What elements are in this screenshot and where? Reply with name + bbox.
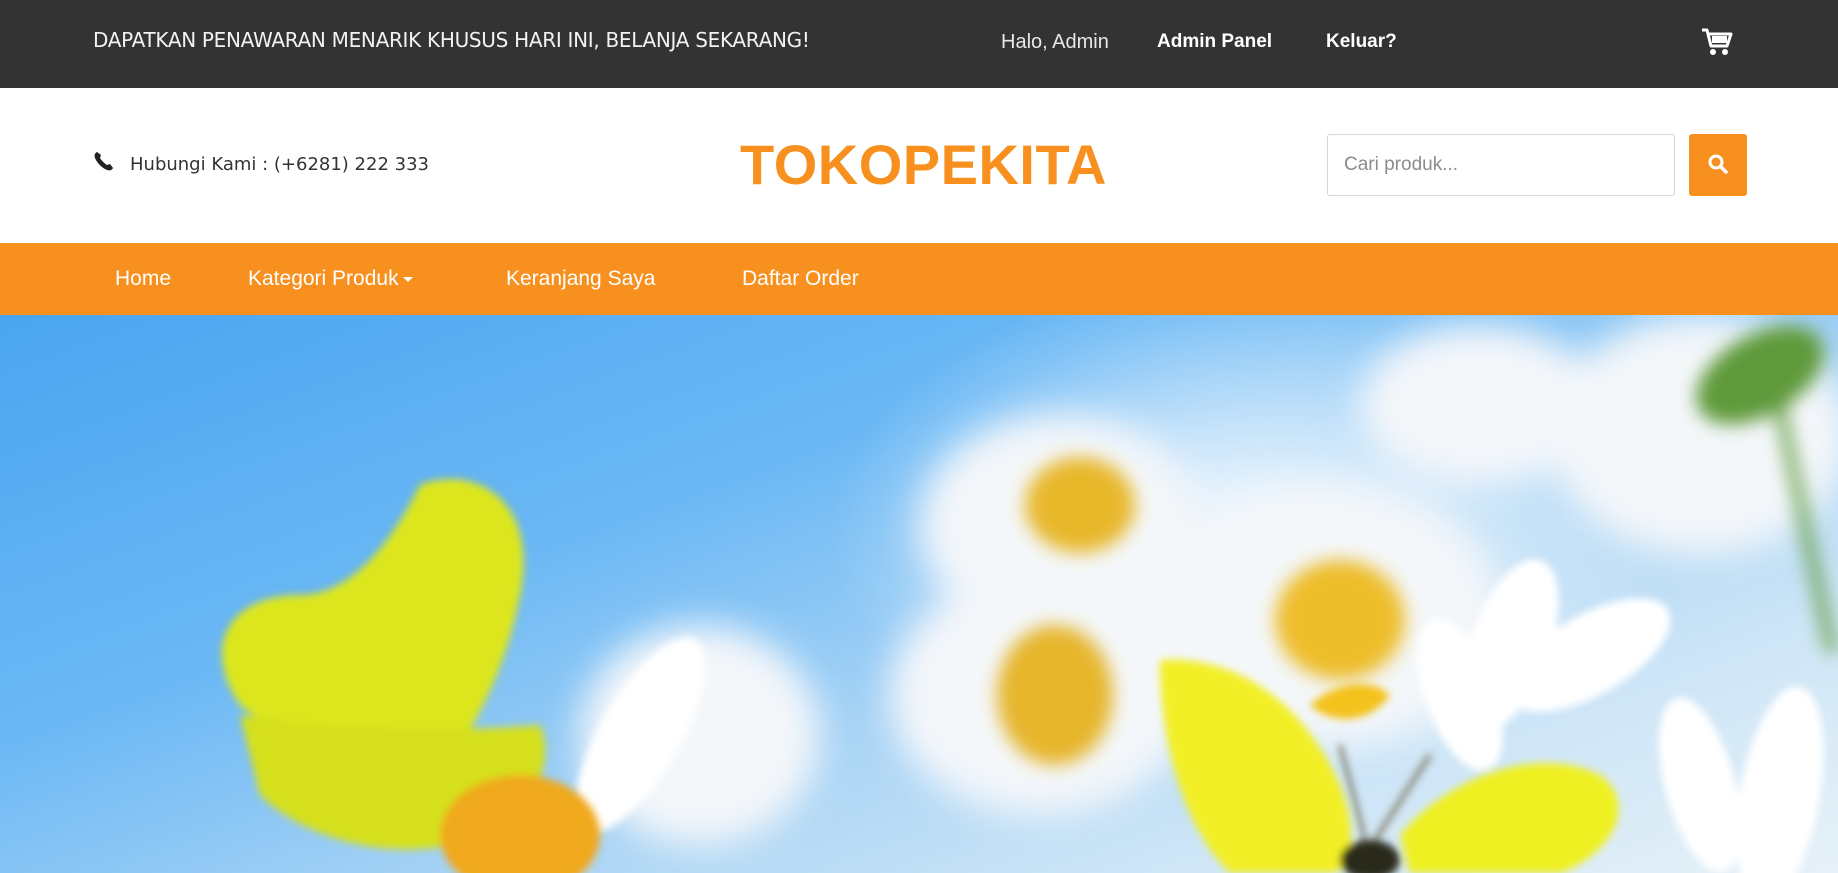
site-header: Hubungi Kami : (+6281) 222 333 TOKOPEKIT… (0, 88, 1838, 243)
nav-item-kategori-produk[interactable]: Kategori Produk (248, 267, 413, 291)
user-greeting: Halo, Admin (1001, 31, 1109, 53)
search-input[interactable] (1327, 134, 1675, 196)
top-bar: DAPATKAN PENAWARAN MENARIK KHUSUS HARI I… (0, 0, 1838, 88)
nav-item-label: Kategori Produk (248, 267, 399, 290)
nav-item-label: Home (115, 267, 172, 290)
nav-item-label: Keranjang Saya (506, 267, 656, 290)
search-icon (1708, 154, 1728, 174)
promo-text: DAPATKAN PENAWARAN MENARIK KHUSUS HARI I… (93, 28, 810, 52)
logout-link[interactable]: Keluar? (1326, 31, 1397, 53)
phone-icon (94, 152, 113, 171)
admin-panel-link[interactable]: Admin Panel (1157, 31, 1272, 53)
nav-item-label: Daftar Order (742, 267, 859, 290)
search-button[interactable] (1689, 134, 1747, 196)
hero-image (222, 315, 1838, 873)
cart-icon[interactable] (1700, 26, 1734, 58)
site-logo[interactable]: TOKOPEKITA (740, 132, 1107, 197)
caret-down-icon (402, 276, 413, 282)
main-nav: Home Kategori Produk Keranjang Saya Daft… (0, 243, 1838, 315)
hero-banner (0, 315, 1838, 873)
contact-info: Hubungi Kami : (+6281) 222 333 (130, 154, 429, 175)
nav-item-daftar-order[interactable]: Daftar Order (742, 267, 859, 291)
nav-item-home[interactable]: Home (115, 267, 171, 291)
nav-item-keranjang-saya[interactable]: Keranjang Saya (506, 267, 655, 291)
